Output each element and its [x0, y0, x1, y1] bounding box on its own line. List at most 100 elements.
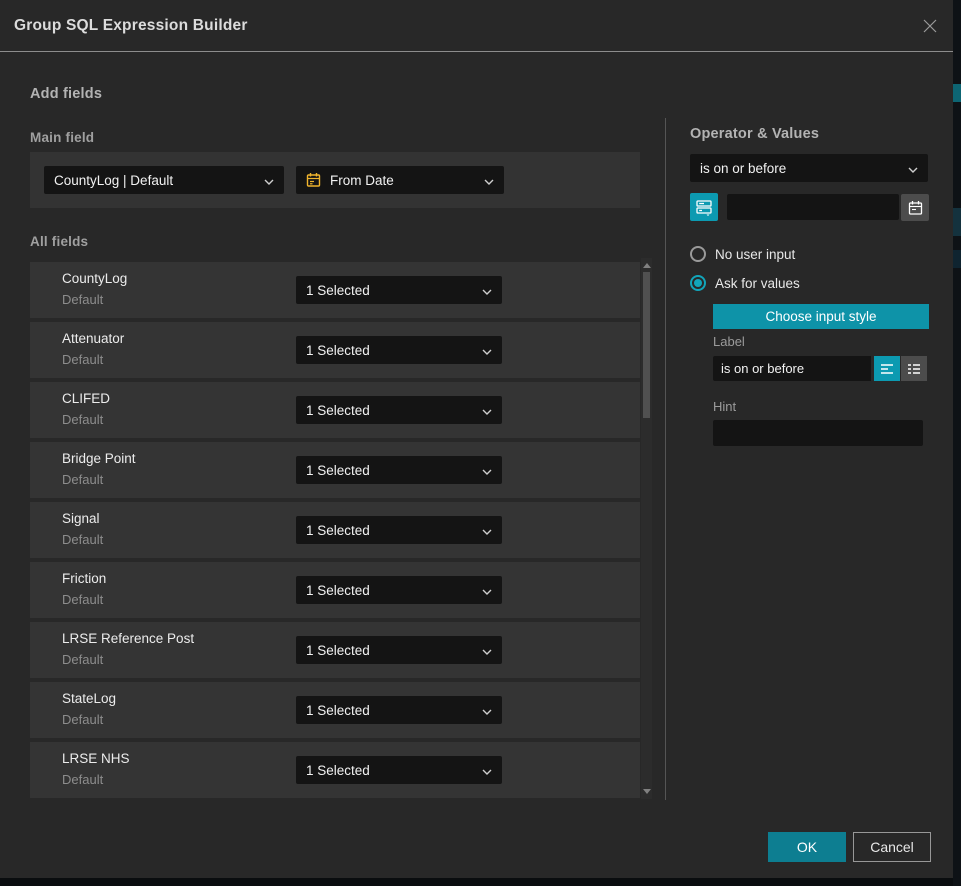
field-selection-value: 1 Selected [306, 463, 476, 478]
field-sublabel: Default [62, 772, 103, 787]
dialog-title: Group SQL Expression Builder [14, 0, 248, 52]
chevron-down-icon [482, 463, 492, 478]
chevron-down-icon [482, 343, 492, 358]
field-selection-value: 1 Selected [306, 283, 476, 298]
scrollbar-down-icon[interactable] [641, 786, 652, 797]
field-sublabel: Default [62, 412, 103, 427]
field-name: LRSE Reference Post [62, 631, 194, 646]
label-caption: Label [713, 334, 745, 349]
chevron-down-icon [482, 703, 492, 718]
field-name: StateLog [62, 691, 116, 706]
panel-divider [665, 118, 666, 800]
single-value-style-button[interactable] [874, 356, 900, 381]
radio-no-user-input-label: No user input [715, 247, 795, 262]
screen: Group SQL Expression Builder Add fields … [0, 0, 961, 886]
calendar-icon [306, 172, 321, 188]
all-fields-list: CountyLog Default 1 Selected Attenuator … [30, 262, 640, 802]
list-scrollbar[interactable] [641, 258, 652, 799]
field-selection-value: 1 Selected [306, 403, 476, 418]
chevron-down-icon [482, 523, 492, 538]
list-icon [907, 363, 921, 375]
background-app-edge-segment [953, 84, 961, 102]
radio-selected-icon [690, 275, 706, 291]
layer-select[interactable]: CountyLog | Default [44, 166, 284, 194]
field-row: StateLog Default 1 Selected [30, 682, 640, 738]
field-row: Friction Default 1 Selected [30, 562, 640, 618]
main-field-select[interactable]: From Date [296, 166, 504, 194]
value-input-type-button[interactable] [690, 193, 718, 221]
field-selection-value: 1 Selected [306, 523, 476, 538]
main-field-panel: CountyLog | Default From Date [30, 152, 640, 208]
field-selection-value: 1 Selected [306, 343, 476, 358]
field-row: LRSE NHS Default 1 Selected [30, 742, 640, 798]
field-selection-select[interactable]: 1 Selected [296, 516, 502, 544]
field-name: Friction [62, 571, 106, 586]
layer-select-value: CountyLog | Default [54, 173, 258, 188]
close-icon [921, 17, 939, 35]
dialog-titlebar: Group SQL Expression Builder [0, 0, 953, 52]
field-name: Signal [62, 511, 100, 526]
field-selection-select[interactable]: 1 Selected [296, 396, 502, 424]
field-selection-select[interactable]: 1 Selected [296, 456, 502, 484]
field-selection-value: 1 Selected [306, 583, 476, 598]
scrollbar-up-icon[interactable] [641, 260, 652, 271]
field-row: LRSE Reference Post Default 1 Selected [30, 622, 640, 678]
field-name: LRSE NHS [62, 751, 130, 766]
field-row: CountyLog Default 1 Selected [30, 262, 640, 318]
field-selection-value: 1 Selected [306, 763, 476, 778]
field-name: CountyLog [62, 271, 127, 286]
background-app-edge [953, 0, 961, 886]
field-selection-select[interactable]: 1 Selected [296, 336, 502, 364]
value-calendar-button[interactable] [901, 194, 929, 221]
radio-icon [690, 246, 706, 262]
field-row: CLIFED Default 1 Selected [30, 382, 640, 438]
chevron-down-icon [482, 763, 492, 778]
input-style-icon [696, 199, 713, 216]
calendar-icon [908, 200, 923, 216]
label-input[interactable] [713, 356, 871, 381]
all-fields-heading: All fields [30, 234, 88, 249]
field-sublabel: Default [62, 712, 103, 727]
chevron-down-icon [482, 583, 492, 598]
operator-select[interactable]: is on or before [690, 154, 928, 182]
chevron-down-icon [264, 173, 274, 188]
chevron-down-icon [908, 161, 918, 176]
radio-ask-for-values[interactable]: Ask for values [690, 274, 800, 292]
chevron-down-icon [482, 283, 492, 298]
choose-input-style-button[interactable]: Choose input style [713, 304, 929, 329]
scrollbar-thumb[interactable] [643, 272, 650, 418]
background-app-edge-segment [953, 208, 961, 236]
field-row: Bridge Point Default 1 Selected [30, 442, 640, 498]
field-selection-value: 1 Selected [306, 643, 476, 658]
field-name: Bridge Point [62, 451, 136, 466]
field-sublabel: Default [62, 532, 103, 547]
field-row: Signal Default 1 Selected [30, 502, 640, 558]
operator-select-value: is on or before [700, 161, 902, 176]
chevron-down-icon [484, 173, 494, 188]
group-sql-expression-builder-dialog: Group SQL Expression Builder Add fields … [0, 0, 953, 878]
field-sublabel: Default [62, 472, 103, 487]
field-selection-select[interactable]: 1 Selected [296, 636, 502, 664]
value-input[interactable] [727, 194, 899, 220]
field-selection-select[interactable]: 1 Selected [296, 276, 502, 304]
hint-input[interactable] [713, 420, 923, 446]
field-name: Attenuator [62, 331, 124, 346]
cancel-button[interactable]: Cancel [853, 832, 931, 862]
add-fields-heading: Add fields [30, 86, 102, 102]
background-app-edge-segment [953, 250, 961, 268]
list-style-button[interactable] [901, 356, 927, 381]
radio-ask-for-values-label: Ask for values [715, 276, 800, 291]
main-field-select-value: From Date [330, 173, 478, 188]
close-button[interactable] [920, 16, 940, 36]
main-field-heading: Main field [30, 130, 94, 145]
field-selection-select[interactable]: 1 Selected [296, 576, 502, 604]
field-selection-select[interactable]: 1 Selected [296, 756, 502, 784]
hint-caption: Hint [713, 399, 736, 414]
ok-button[interactable]: OK [768, 832, 846, 862]
align-left-icon [880, 363, 894, 375]
radio-no-user-input[interactable]: No user input [690, 245, 795, 263]
field-selection-select[interactable]: 1 Selected [296, 696, 502, 724]
field-sublabel: Default [62, 352, 103, 367]
operator-values-heading: Operator & Values [690, 126, 819, 142]
chevron-down-icon [482, 643, 492, 658]
